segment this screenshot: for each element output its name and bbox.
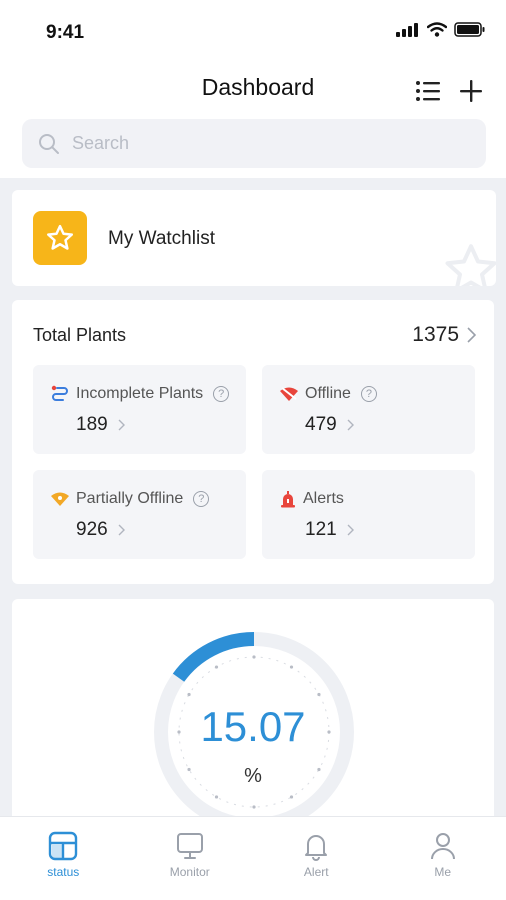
alerts-value: 121 [305,519,337,540]
chevron-right-icon [118,419,125,431]
offline-tile[interactable]: Offline ? 479 [262,365,475,454]
alerts-label: Alerts [303,490,344,507]
chevron-right-icon [467,327,476,343]
tab-status-label: status [47,865,80,879]
partially-offline-label: Partially Offline [76,490,184,507]
gauge-tick [187,692,191,697]
help-icon[interactable]: ? [360,386,377,402]
alarm-icon [281,491,295,508]
gauge-unit: % [244,765,262,787]
top-bar: 9:41 Dashboard [0,0,506,178]
search-input[interactable] [72,133,452,154]
partially-offline-tile[interactable]: Partially Offline ? 926 [33,470,246,559]
tab-monitor[interactable]: Monitor [127,817,254,900]
status-icons [396,22,486,37]
incomplete-plants-tile[interactable]: Incomplete Plants ? 189 [33,365,246,454]
total-plants-count: 1375 [412,323,459,346]
search-icon [39,133,59,154]
gauge-tick [317,692,321,697]
plus-icon [460,80,482,102]
gauge-tick [214,795,219,799]
status-bar: 9:41 [0,0,506,60]
list-icon [416,81,440,101]
total-plants-link[interactable]: 1375 [412,323,476,347]
incomplete-plants-value: 189 [76,414,108,435]
partially-offline-value: 926 [76,519,108,540]
incomplete-plants-icon [51,385,68,401]
tab-alert[interactable]: Alert [253,817,380,900]
search-bar[interactable] [22,119,486,168]
gauge-value: 15.07 [200,703,306,750]
tab-bar: status Monitor Alert Me [0,816,506,900]
status-time: 9:41 [46,22,85,43]
total-plants-title: Total Plants [33,325,127,345]
tab-status[interactable]: status [0,817,127,900]
person-icon [430,833,455,860]
chevron-right-icon [347,524,354,536]
chevron-right-icon [347,419,354,431]
tab-alert-label: Alert [303,865,329,879]
offline-label: Offline [305,385,351,402]
offline-icon [280,387,298,401]
offline-value: 479 [305,414,337,435]
watchlist-label: My Watchlist [108,228,215,249]
tab-me-label: Me [434,865,452,879]
tab-me[interactable]: Me [380,817,506,900]
star-icon [47,224,73,250]
help-icon[interactable]: ? [213,386,230,402]
chevron-right-icon [118,524,125,536]
monitor-icon [176,833,203,859]
status-icon [49,831,78,861]
incomplete-plants-label: Incomplete Plants [76,385,204,402]
gauge-tick [214,665,219,669]
alerts-tile[interactable]: Alerts 121 [262,470,475,559]
gauge-tick [252,655,256,659]
wifi-icon [427,22,447,37]
total-plants-card: Total Plants 1375 Incomplete Plants ? 18… [12,300,494,584]
signal-icon [396,22,418,37]
help-icon[interactable]: ? [193,491,210,507]
star-watermark-icon [445,244,496,286]
battery-icon [454,22,485,37]
watchlist-badge [33,211,87,265]
gauge-tick [289,795,294,799]
gauge-tick [252,805,256,809]
gauge-progress-arc [172,632,255,682]
add-button[interactable] [456,76,486,106]
list-view-button[interactable] [413,76,443,106]
partially-offline-icon [51,492,69,506]
tab-monitor-label: Monitor [169,865,210,879]
bell-icon [305,835,328,861]
watchlist-card[interactable]: My Watchlist [12,190,496,286]
gauge-tick [289,665,294,669]
